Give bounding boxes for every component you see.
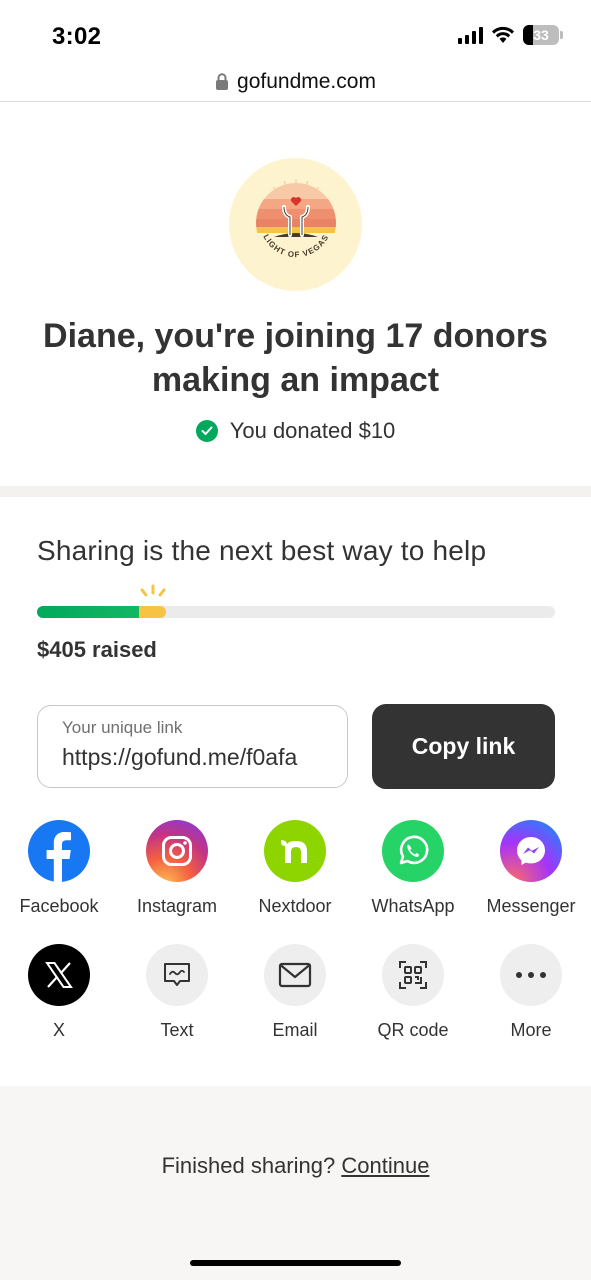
wifi-icon [492, 26, 514, 43]
unique-link-label: Your unique link [62, 718, 183, 737]
share-label-more: More [510, 1020, 552, 1040]
share-label-email: Email [272, 1020, 318, 1040]
messenger-icon [500, 820, 562, 882]
share-label-messenger: Messenger [486, 896, 576, 916]
share-heading: Sharing is the next best way to help [37, 535, 487, 566]
facebook-icon [28, 820, 90, 882]
section-divider [0, 486, 591, 497]
unique-link-input[interactable] [62, 744, 332, 771]
status-bar: 3:02 33 [0, 0, 591, 62]
finished-sharing-prompt: Finished sharing? Continue [0, 1153, 591, 1179]
progress-fill [37, 606, 145, 618]
url-text: gofundme.com [237, 69, 376, 93]
light-of-vegas-logo: LIGHT OF VEGAS [255, 178, 336, 263]
share-facebook[interactable]: Facebook [0, 820, 118, 917]
share-label-whatsapp: WhatsApp [371, 896, 455, 916]
copy-link-button[interactable]: Copy link [372, 704, 555, 789]
campaign-logo: LIGHT OF VEGAS [229, 158, 362, 291]
instagram-icon [146, 820, 208, 882]
share-label-facebook: Facebook [19, 896, 99, 916]
share-label-text: Text [160, 1020, 194, 1040]
battery-level: 33 [533, 27, 549, 43]
status-icons: 33 [458, 25, 563, 45]
qr-code-icon [382, 944, 444, 1006]
share-messenger[interactable]: Messenger [472, 820, 590, 917]
address-bar[interactable]: gofundme.com [0, 62, 591, 102]
share-whatsapp[interactable]: WhatsApp [354, 820, 472, 917]
unique-link-field[interactable]: Your unique link [37, 705, 348, 788]
envelope-icon [264, 944, 326, 1006]
x-icon [28, 944, 90, 1006]
status-time: 3:02 [52, 23, 102, 50]
footer-section [0, 1086, 591, 1280]
whatsapp-icon [382, 820, 444, 882]
check-circle-icon [195, 420, 218, 442]
share-label-nextdoor: Nextdoor [258, 896, 332, 916]
share-email[interactable]: Email [236, 944, 354, 1041]
share-nextdoor[interactable]: Nextdoor [236, 820, 354, 917]
share-text[interactable]: Text [118, 944, 236, 1041]
share-instagram[interactable]: Instagram [118, 820, 236, 917]
nextdoor-icon [264, 820, 326, 882]
progress-fill-new-donation [139, 606, 166, 618]
sparkle-icon [140, 584, 166, 597]
home-indicator[interactable] [190, 1260, 401, 1266]
share-more[interactable]: More [472, 944, 590, 1041]
more-dots-icon [500, 944, 562, 1006]
continue-link[interactable]: Continue [341, 1153, 429, 1178]
share-label-qr-code: QR code [377, 1020, 449, 1040]
page-title: Diane, you're joining 17 donors making a… [43, 317, 548, 399]
cellular-signal-icon [458, 26, 483, 44]
share-label-instagram: Instagram [136, 896, 218, 916]
lock-icon [216, 73, 229, 90]
amount-raised: $405 raised [37, 637, 157, 662]
battery-icon: 33 [523, 25, 559, 45]
fundraising-progress-bar [37, 606, 555, 618]
share-qr-code[interactable]: QR code [354, 944, 472, 1041]
donation-text: You donated $10 [229, 418, 396, 443]
share-label-x: X [52, 1020, 65, 1040]
donation-confirmation: You donated $10 [0, 418, 591, 444]
share-x[interactable]: X [0, 944, 118, 1041]
finished-sharing-text: Finished sharing? [161, 1153, 336, 1178]
message-icon [146, 944, 208, 1006]
